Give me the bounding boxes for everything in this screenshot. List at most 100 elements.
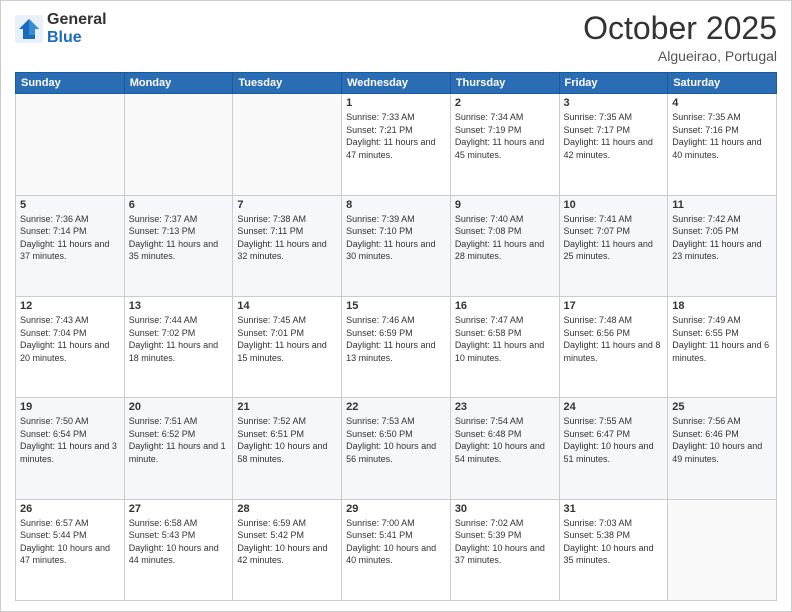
calendar-table: Sunday Monday Tuesday Wednesday Thursday… <box>15 72 777 601</box>
header-saturday: Saturday <box>668 73 777 94</box>
day-info: Sunrise: 6:59 AM Sunset: 5:42 PM Dayligh… <box>237 517 337 567</box>
header-tuesday: Tuesday <box>233 73 342 94</box>
day-number: 24 <box>564 401 664 413</box>
day-info: Sunrise: 7:49 AM Sunset: 6:55 PM Dayligh… <box>672 314 772 364</box>
day-number: 3 <box>564 97 664 109</box>
calendar-cell-2-3: 15 Sunrise: 7:46 AM Sunset: 6:59 PM Dayli… <box>342 296 451 397</box>
day-info: Sunrise: 7:00 AM Sunset: 5:41 PM Dayligh… <box>346 517 446 567</box>
calendar-cell-4-2: 28 Sunrise: 6:59 AM Sunset: 5:42 PM Dayli… <box>233 499 342 600</box>
day-info: Sunrise: 7:44 AM Sunset: 7:02 PM Dayligh… <box>129 314 229 364</box>
calendar-body: 1Sunrise: 7:33 AM Sunset: 7:21 PM Daylig… <box>16 94 777 601</box>
day-number: 8 <box>346 199 446 211</box>
week-row-1: 5 Sunrise: 7:36 AM Sunset: 7:14 PM Daylig… <box>16 195 777 296</box>
calendar-cell-3-3: 22 Sunrise: 7:53 AM Sunset: 6:50 PM Dayli… <box>342 398 451 499</box>
day-number: 19 <box>20 401 120 413</box>
calendar-cell-3-5: 24 Sunrise: 7:55 AM Sunset: 6:47 PM Dayli… <box>559 398 668 499</box>
month-title: October 2025 <box>583 11 777 46</box>
day-number: 5 <box>20 199 120 211</box>
header-thursday: Thursday <box>450 73 559 94</box>
calendar-cell-2-6: 18 Sunrise: 7:49 AM Sunset: 6:55 PM Dayli… <box>668 296 777 397</box>
day-number: 11 <box>672 199 772 211</box>
calendar-cell-4-4: 30 Sunrise: 7:02 AM Sunset: 5:39 PM Dayli… <box>450 499 559 600</box>
calendar-cell-1-3: 8 Sunrise: 7:39 AM Sunset: 7:10 PM Daylig… <box>342 195 451 296</box>
calendar-cell-2-5: 17 Sunrise: 7:48 AM Sunset: 6:56 PM Dayli… <box>559 296 668 397</box>
day-number: 9 <box>455 199 555 211</box>
calendar-cell-1-4: 9 Sunrise: 7:40 AM Sunset: 7:08 PM Daylig… <box>450 195 559 296</box>
calendar-cell-3-6: 25 Sunrise: 7:56 AM Sunset: 6:46 PM Dayli… <box>668 398 777 499</box>
day-info: Sunrise: 7:54 AM Sunset: 6:48 PM Dayligh… <box>455 415 555 465</box>
week-row-3: 19 Sunrise: 7:50 AM Sunset: 6:54 PM Dayli… <box>16 398 777 499</box>
day-number: 4 <box>672 97 772 109</box>
header-friday: Friday <box>559 73 668 94</box>
day-info: Sunrise: 7:50 AM Sunset: 6:54 PM Dayligh… <box>20 415 120 465</box>
calendar-cell-1-5: 10 Sunrise: 7:41 AM Sunset: 7:07 PM Dayli… <box>559 195 668 296</box>
day-info: Sunrise: 7:41 AM Sunset: 7:07 PM Dayligh… <box>564 213 664 263</box>
location-subtitle: Algueirao, Portugal <box>583 48 777 64</box>
day-number: 29 <box>346 503 446 515</box>
calendar-cell-2-2: 14 Sunrise: 7:45 AM Sunset: 7:01 PM Dayli… <box>233 296 342 397</box>
calendar-cell-3-4: 23 Sunrise: 7:54 AM Sunset: 6:48 PM Dayli… <box>450 398 559 499</box>
day-number: 12 <box>20 300 120 312</box>
day-info: Sunrise: 7:46 AM Sunset: 6:59 PM Dayligh… <box>346 314 446 364</box>
weekday-header-row: Sunday Monday Tuesday Wednesday Thursday… <box>16 73 777 94</box>
day-info: Sunrise: 7:53 AM Sunset: 6:50 PM Dayligh… <box>346 415 446 465</box>
day-number: 23 <box>455 401 555 413</box>
day-number: 14 <box>237 300 337 312</box>
calendar-cell-1-6: 11 Sunrise: 7:42 AM Sunset: 7:05 PM Dayli… <box>668 195 777 296</box>
day-info: Sunrise: 7:51 AM Sunset: 6:52 PM Dayligh… <box>129 415 229 465</box>
calendar-cell-4-3: 29 Sunrise: 7:00 AM Sunset: 5:41 PM Dayli… <box>342 499 451 600</box>
day-info: Sunrise: 7:37 AM Sunset: 7:13 PM Dayligh… <box>129 213 229 263</box>
day-info: Sunrise: 7:39 AM Sunset: 7:10 PM Dayligh… <box>346 213 446 263</box>
day-number: 28 <box>237 503 337 515</box>
day-number: 13 <box>129 300 229 312</box>
calendar-cell-0-2 <box>233 94 342 195</box>
day-info: Sunrise: 7:40 AM Sunset: 7:08 PM Dayligh… <box>455 213 555 263</box>
day-info: Sunrise: 7:56 AM Sunset: 6:46 PM Dayligh… <box>672 415 772 465</box>
calendar-cell-1-1: 6Sunrise: 7:37 AM Sunset: 7:13 PM Daylig… <box>124 195 233 296</box>
day-info: Sunrise: 7:34 AM Sunset: 7:19 PM Dayligh… <box>455 111 555 161</box>
header-wednesday: Wednesday <box>342 73 451 94</box>
day-info: Sunrise: 7:55 AM Sunset: 6:47 PM Dayligh… <box>564 415 664 465</box>
day-number: 17 <box>564 300 664 312</box>
calendar-cell-0-1 <box>124 94 233 195</box>
day-number: 10 <box>564 199 664 211</box>
calendar-cell-0-0 <box>16 94 125 195</box>
day-number: 30 <box>455 503 555 515</box>
calendar-cell-2-0: 12Sunrise: 7:43 AM Sunset: 7:04 PM Dayli… <box>16 296 125 397</box>
day-info: Sunrise: 7:02 AM Sunset: 5:39 PM Dayligh… <box>455 517 555 567</box>
header-sunday: Sunday <box>16 73 125 94</box>
calendar-cell-3-0: 19 Sunrise: 7:50 AM Sunset: 6:54 PM Dayli… <box>16 398 125 499</box>
day-number: 21 <box>237 401 337 413</box>
day-number: 27 <box>129 503 229 515</box>
day-number: 15 <box>346 300 446 312</box>
logo-icon <box>15 15 43 43</box>
calendar-cell-1-0: 5 Sunrise: 7:36 AM Sunset: 7:14 PM Daylig… <box>16 195 125 296</box>
day-info: Sunrise: 6:58 AM Sunset: 5:43 PM Dayligh… <box>129 517 229 567</box>
calendar-cell-4-1: 27 Sunrise: 6:58 AM Sunset: 5:43 PM Dayli… <box>124 499 233 600</box>
calendar-cell-0-3: 1Sunrise: 7:33 AM Sunset: 7:21 PM Daylig… <box>342 94 451 195</box>
day-info: Sunrise: 7:03 AM Sunset: 5:38 PM Dayligh… <box>564 517 664 567</box>
day-info: Sunrise: 7:47 AM Sunset: 6:58 PM Dayligh… <box>455 314 555 364</box>
calendar-cell-3-1: 20Sunrise: 7:51 AM Sunset: 6:52 PM Dayli… <box>124 398 233 499</box>
week-row-0: 1Sunrise: 7:33 AM Sunset: 7:21 PM Daylig… <box>16 94 777 195</box>
day-info: Sunrise: 7:45 AM Sunset: 7:01 PM Dayligh… <box>237 314 337 364</box>
calendar-cell-2-1: 13 Sunrise: 7:44 AM Sunset: 7:02 PM Dayli… <box>124 296 233 397</box>
title-block: October 2025 Algueirao, Portugal <box>583 11 777 64</box>
day-number: 25 <box>672 401 772 413</box>
day-number: 2 <box>455 97 555 109</box>
day-info: Sunrise: 6:57 AM Sunset: 5:44 PM Dayligh… <box>20 517 120 567</box>
day-info: Sunrise: 7:36 AM Sunset: 7:14 PM Dayligh… <box>20 213 120 263</box>
day-number: 22 <box>346 401 446 413</box>
calendar-cell-0-5: 3 Sunrise: 7:35 AM Sunset: 7:17 PM Daylig… <box>559 94 668 195</box>
calendar-cell-4-5: 31 Sunrise: 7:03 AM Sunset: 5:38 PM Dayli… <box>559 499 668 600</box>
day-number: 26 <box>20 503 120 515</box>
day-info: Sunrise: 7:42 AM Sunset: 7:05 PM Dayligh… <box>672 213 772 263</box>
calendar-cell-0-6: 4Sunrise: 7:35 AM Sunset: 7:16 PM Daylig… <box>668 94 777 195</box>
day-info: Sunrise: 7:35 AM Sunset: 7:17 PM Dayligh… <box>564 111 664 161</box>
page-header: General Blue October 2025 Algueirao, Por… <box>15 11 777 64</box>
day-info: Sunrise: 7:48 AM Sunset: 6:56 PM Dayligh… <box>564 314 664 364</box>
day-number: 31 <box>564 503 664 515</box>
day-number: 7 <box>237 199 337 211</box>
calendar-cell-3-2: 21Sunrise: 7:52 AM Sunset: 6:51 PM Dayli… <box>233 398 342 499</box>
day-number: 18 <box>672 300 772 312</box>
